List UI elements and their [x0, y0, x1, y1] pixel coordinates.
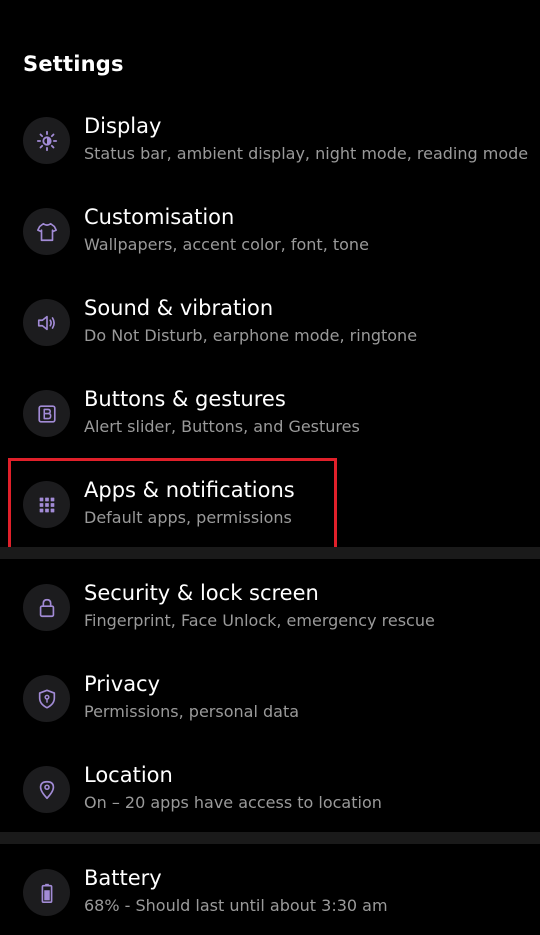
item-subtitle: On – 20 apps have access to location [84, 793, 382, 812]
section-divider [0, 832, 540, 844]
page-title: Settings [23, 52, 124, 76]
item-title: Buttons & gestures [84, 387, 286, 411]
item-subtitle: Status bar, ambient display, night mode,… [84, 144, 529, 163]
settings-item-battery[interactable]: Battery 68% - Should last until about 3:… [0, 857, 540, 935]
settings-item-location[interactable]: Location On – 20 apps have access to loc… [0, 754, 540, 844]
item-title: Security & lock screen [84, 581, 319, 605]
location-pin-icon [23, 766, 70, 813]
settings-item-privacy[interactable]: Privacy Permissions, personal data [0, 663, 540, 753]
settings-item-security[interactable]: Security & lock screen Fingerprint, Face… [0, 572, 540, 662]
section-divider [0, 547, 540, 559]
settings-item-customisation[interactable]: Customisation Wallpapers, accent color, … [0, 196, 540, 286]
item-title: Display [84, 114, 162, 138]
speaker-icon [23, 299, 70, 346]
settings-screen: Settings Display Status bar, ambient dis… [0, 0, 540, 935]
settings-item-apps[interactable]: Apps & notifications Default apps, permi… [0, 469, 540, 559]
item-title: Battery [84, 866, 162, 890]
item-subtitle: Default apps, permissions [84, 508, 292, 527]
item-subtitle: Alert slider, Buttons, and Gestures [84, 417, 360, 436]
brightness-icon [23, 117, 70, 164]
settings-item-buttons[interactable]: Buttons & gestures Alert slider, Buttons… [0, 378, 540, 468]
lock-icon [23, 584, 70, 631]
settings-item-sound[interactable]: Sound & vibration Do Not Disturb, earpho… [0, 287, 540, 377]
button-b-icon [23, 390, 70, 437]
item-title: Customisation [84, 205, 235, 229]
tshirt-icon [23, 208, 70, 255]
item-title: Apps & notifications [84, 478, 295, 502]
item-subtitle: Fingerprint, Face Unlock, emergency resc… [84, 611, 435, 630]
battery-icon [23, 869, 70, 916]
apps-grid-icon [23, 481, 70, 528]
item-title: Location [84, 763, 173, 787]
item-subtitle: Do Not Disturb, earphone mode, ringtone [84, 326, 418, 345]
settings-item-display[interactable]: Display Status bar, ambient display, nig… [0, 105, 540, 195]
shield-key-icon [23, 675, 70, 722]
item-subtitle: Permissions, personal data [84, 702, 300, 721]
item-subtitle: Wallpapers, accent color, font, tone [84, 235, 369, 254]
item-subtitle: 68% - Should last until about 3:30 am [84, 896, 388, 915]
item-title: Sound & vibration [84, 296, 274, 320]
item-title: Privacy [84, 672, 161, 696]
